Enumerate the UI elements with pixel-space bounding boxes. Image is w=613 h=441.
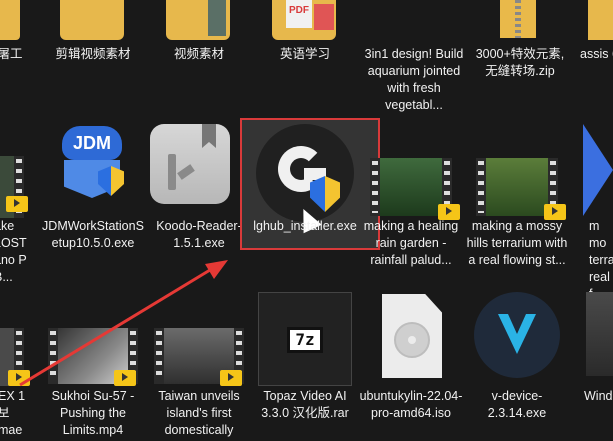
annotation-arrow: [19, 260, 228, 387]
